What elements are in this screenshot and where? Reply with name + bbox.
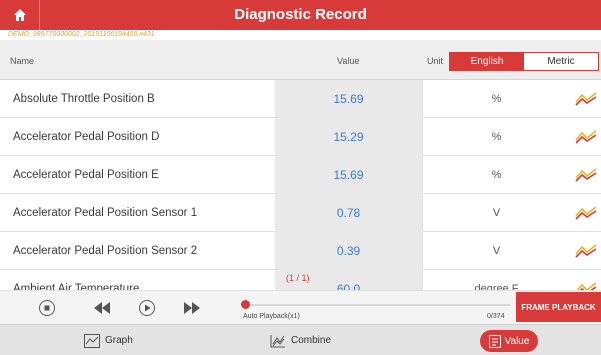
- frame-playback-button[interactable]: FRAME PLAYBACK: [516, 292, 601, 322]
- row-value: 0.78: [275, 194, 422, 232]
- tab-combine-label: Combine: [291, 335, 332, 346]
- row-value: 15.29: [275, 118, 422, 156]
- unit-toggle: English Metric: [449, 52, 599, 71]
- fast-forward-icon: [184, 302, 200, 314]
- tab-value[interactable]: Value: [480, 330, 538, 352]
- row-unit: V: [422, 232, 570, 270]
- playback-progress-handle[interactable]: [241, 300, 250, 309]
- playback-progress-track[interactable]: [245, 304, 510, 306]
- table-row[interactable]: Accelerator Pedal Position Sensor 2 0.39…: [0, 232, 601, 270]
- playback-controls: Auto Playback(x1) 0/374: [0, 290, 601, 324]
- row-name: Accelerator Pedal Position Sensor 2: [13, 245, 198, 257]
- record-filename: DEMO_989770000002_20191106194459.x431: [8, 31, 155, 38]
- value-icon: [488, 334, 501, 348]
- row-name: Accelerator Pedal Position E: [13, 169, 159, 181]
- graph-icon[interactable]: [574, 90, 598, 108]
- combine-icon: [270, 334, 286, 348]
- graph-icon[interactable]: [574, 280, 598, 290]
- graph-icon[interactable]: [574, 166, 598, 184]
- tab-value-label: Value: [504, 335, 530, 347]
- table-row[interactable]: Accelerator Pedal Position Sensor 1 0.78…: [0, 194, 601, 232]
- column-unit: Unit: [427, 56, 444, 66]
- tab-graph-label: Graph: [105, 335, 133, 346]
- bottom-tab-bar: Graph Combine Value: [0, 324, 601, 355]
- column-name: Name: [10, 56, 35, 66]
- graph-icon[interactable]: [574, 242, 598, 260]
- stop-button[interactable]: [37, 298, 57, 318]
- row-value: 15.69: [275, 80, 422, 118]
- page-counter: (1 / 1): [286, 273, 310, 283]
- graph-icon[interactable]: [574, 128, 598, 146]
- row-unit: %: [422, 80, 570, 118]
- row-unit: V: [422, 194, 570, 232]
- tab-graph[interactable]: Graph: [84, 325, 133, 355]
- unit-metric-button[interactable]: Metric: [524, 53, 598, 70]
- top-bar: [0, 0, 601, 30]
- unit-english-button[interactable]: English: [450, 53, 524, 70]
- table-row[interactable]: Accelerator Pedal Position E 15.69 %: [0, 156, 601, 194]
- play-button[interactable]: [137, 298, 157, 318]
- data-stream-list[interactable]: Absolute Throttle Position B 15.69 % Acc…: [0, 80, 601, 290]
- stop-icon: [39, 300, 55, 316]
- row-name: Absolute Throttle Position B: [13, 93, 155, 105]
- row-unit: degree F: [422, 270, 570, 290]
- tab-combine[interactable]: Combine: [270, 325, 331, 355]
- auto-playback-label: Auto Playback(x1): [243, 313, 300, 320]
- graph-tab-icon: [84, 333, 100, 348]
- row-unit: %: [422, 118, 570, 156]
- graph-icon[interactable]: [574, 204, 598, 222]
- row-value: 15.69: [275, 156, 422, 194]
- column-value: Value: [337, 56, 360, 66]
- rewind-button[interactable]: [92, 298, 112, 318]
- row-value: 0.39: [275, 232, 422, 270]
- table-row[interactable]: Absolute Throttle Position B 15.69 %: [0, 80, 601, 118]
- fast-forward-button[interactable]: [182, 298, 202, 318]
- row-name: Ambient Air Temperature: [13, 283, 140, 290]
- home-button[interactable]: [0, 0, 40, 30]
- frame-count: 0/374: [487, 313, 505, 320]
- home-icon: [13, 9, 26, 21]
- row-unit: %: [422, 156, 570, 194]
- rewind-icon: [94, 302, 110, 314]
- table-row[interactable]: Accelerator Pedal Position D 15.29 %: [0, 118, 601, 156]
- play-icon: [139, 300, 155, 316]
- row-name: Accelerator Pedal Position D: [13, 131, 160, 143]
- row-name: Accelerator Pedal Position Sensor 1: [13, 207, 198, 219]
